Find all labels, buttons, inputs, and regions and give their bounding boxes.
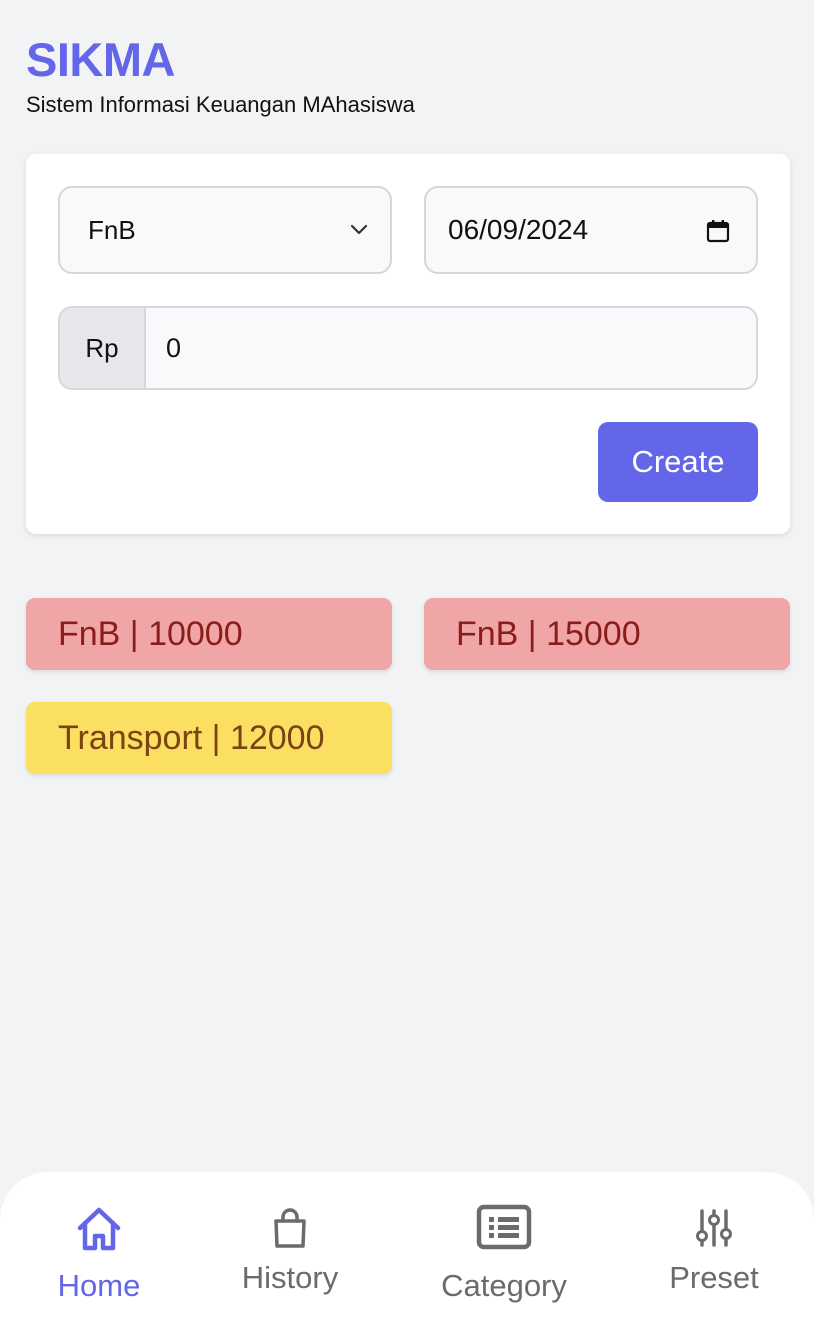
amount-field: Rp 0 bbox=[58, 306, 758, 390]
shopping-bag-icon bbox=[272, 1208, 308, 1255]
amount-input[interactable]: 0 bbox=[146, 308, 756, 388]
header: SIKMA Sistem Informasi Keuangan MAhasisw… bbox=[26, 34, 415, 118]
calendar-icon[interactable] bbox=[706, 218, 730, 243]
date-input-value: 06/09/2024 bbox=[448, 214, 589, 245]
chevron-down-icon bbox=[350, 221, 368, 239]
create-button[interactable]: Create bbox=[598, 422, 758, 502]
nav-label-preset: Preset bbox=[669, 1260, 759, 1295]
home-icon bbox=[74, 1204, 124, 1259]
date-input[interactable]: 06/09/2024 bbox=[424, 186, 758, 274]
currency-prefix: Rp bbox=[60, 308, 146, 388]
entry-card[interactable]: FnB | 10000 bbox=[26, 598, 392, 670]
nav-label-history: History bbox=[241, 1260, 339, 1295]
sliders-icon bbox=[694, 1208, 734, 1253]
transaction-form-card: FnB 06/09/2024 Rp 0 Create bbox=[26, 154, 790, 534]
nav-label-category: Category bbox=[441, 1268, 567, 1303]
nav-label-home: Home bbox=[57, 1268, 141, 1303]
entry-card[interactable]: FnB | 15000 bbox=[424, 598, 790, 670]
app: SIKMA Sistem Informasi Keuangan MAhasisw… bbox=[0, 0, 814, 1322]
category-select[interactable]: FnB bbox=[58, 186, 392, 274]
app-title: SIKMA bbox=[26, 33, 175, 86]
entry-card[interactable]: Transport | 12000 bbox=[26, 702, 392, 774]
app-subtitle: Sistem Informasi Keuangan MAhasiswa bbox=[26, 92, 415, 117]
bottom-nav: Home History Category Preset bbox=[0, 1172, 814, 1322]
list-icon bbox=[476, 1204, 532, 1255]
category-select-value: FnB bbox=[88, 214, 136, 245]
